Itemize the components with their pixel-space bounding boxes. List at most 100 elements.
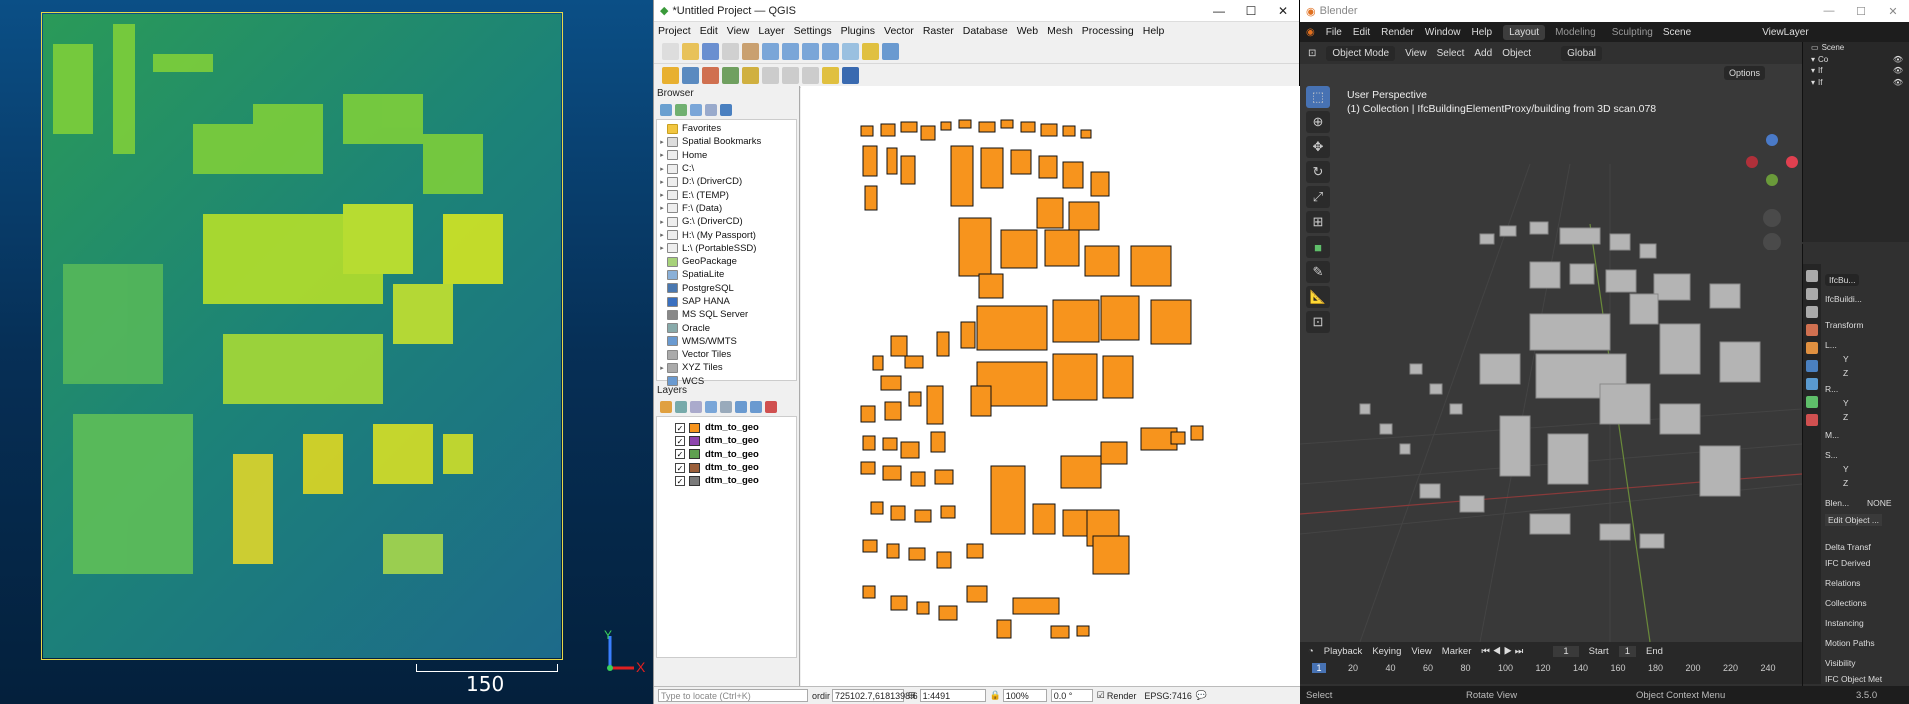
coordinate-field[interactable]: 725102.7,6181398.6 xyxy=(832,689,918,702)
scale-icon[interactable]: ⤢ xyxy=(1306,186,1330,208)
rotate-icon[interactable]: ↻ xyxy=(1306,161,1330,183)
browser-item-drive[interactable]: ▸ G:\ (DriverCD) xyxy=(657,215,796,228)
minimize-button[interactable]: — xyxy=(1203,4,1235,18)
cloudcompare-viewport[interactable]: 150 Y X xyxy=(0,0,653,704)
material-tab-icon[interactable] xyxy=(1806,414,1818,426)
print-layout-icon[interactable] xyxy=(722,43,739,60)
visibility-icon[interactable]: 👁 xyxy=(1893,66,1903,75)
visibility-icon[interactable]: 👁 xyxy=(1893,55,1903,64)
layer-item[interactable]: ✓ dtm_to_geo xyxy=(657,421,796,434)
zoom-layer-icon[interactable] xyxy=(822,43,839,60)
menu-help[interactable]: Help xyxy=(1143,25,1165,37)
browser-item-drive[interactable]: ▸ H:\ (My Passport) xyxy=(657,228,796,241)
rotation-field[interactable]: 0.0 ° xyxy=(1050,689,1093,702)
data-tab-icon[interactable] xyxy=(1806,396,1818,408)
menu-object[interactable]: Object xyxy=(1502,48,1531,59)
annotate-icon[interactable]: ✎ xyxy=(1306,261,1330,283)
outliner-row[interactable]: ▾ If 👁 xyxy=(1803,77,1909,89)
render-checkbox[interactable]: ☑ xyxy=(1097,690,1105,701)
render-tab-icon[interactable] xyxy=(1806,288,1818,300)
menu-database[interactable]: Database xyxy=(963,25,1008,37)
menu-edit[interactable]: Edit xyxy=(1353,27,1370,38)
label-icon[interactable] xyxy=(822,67,839,84)
refresh-icon[interactable] xyxy=(842,43,859,60)
browser-item-spatialite[interactable]: SpatiaLite xyxy=(657,268,796,281)
collapse-all-icon[interactable] xyxy=(750,401,762,413)
layer-item[interactable]: ✓ dtm_to_geo xyxy=(657,434,796,447)
add-group-icon[interactable] xyxy=(675,401,687,413)
navigation-gizmo[interactable] xyxy=(1742,90,1802,250)
scene-tab-icon[interactable] xyxy=(1806,324,1818,336)
collections-section[interactable]: Collections xyxy=(1825,598,1867,608)
collapse-icon[interactable] xyxy=(705,104,717,116)
layer-checkbox[interactable]: ✓ xyxy=(675,475,685,486)
browser-item-drive[interactable]: ▸ E:\ (TEMP) xyxy=(657,188,796,201)
edit-object-button[interactable]: Edit Object ... xyxy=(1825,514,1883,526)
outliner-row[interactable]: ▾ Co 👁 xyxy=(1803,54,1909,66)
undo-icon[interactable] xyxy=(782,67,799,84)
expand-icon[interactable]: ▾ xyxy=(1811,66,1815,75)
menu-vector[interactable]: Vector xyxy=(884,25,914,37)
layer-item[interactable]: ✓ dtm_to_geo xyxy=(657,474,796,487)
clock-icon[interactable]: ◔ xyxy=(1308,646,1314,657)
expand-icon[interactable] xyxy=(735,401,747,413)
new-project-icon[interactable] xyxy=(662,43,679,60)
select-icon[interactable] xyxy=(862,43,879,60)
expand-icon[interactable]: ▾ xyxy=(1811,78,1815,87)
view-layer-selector[interactable]: ViewLayer xyxy=(1762,27,1809,38)
menu-select[interactable]: Select xyxy=(1437,48,1465,59)
add-cube-icon[interactable]: ■ xyxy=(1306,236,1330,258)
move-icon[interactable]: ✥ xyxy=(1306,136,1330,158)
menu-edit[interactable]: Edit xyxy=(700,25,718,37)
timeline-ruler[interactable]: 1 20 40 60 80 100 120 140 160 180 200 22… xyxy=(1300,660,1802,676)
zoom-out-icon[interactable] xyxy=(782,43,799,60)
save-project-icon[interactable] xyxy=(702,43,719,60)
remove-layer-icon[interactable] xyxy=(765,401,777,413)
3d-viewport[interactable]: ⊡ Object Mode View Select Add Object Glo… xyxy=(1300,42,1802,642)
browser-item-wms[interactable]: WMS/WMTS xyxy=(657,335,796,348)
current-frame-field[interactable]: 1 xyxy=(1553,645,1579,657)
workspace-tab-layout[interactable]: Layout xyxy=(1503,24,1546,40)
menu-add[interactable]: Add xyxy=(1474,48,1492,59)
outliner-scene-root[interactable]: ▭ Scene xyxy=(1803,42,1909,54)
add-raster-icon[interactable] xyxy=(702,67,719,84)
measure-icon[interactable]: 📐 xyxy=(1306,286,1330,308)
close-button[interactable]: ✕ xyxy=(1267,4,1299,18)
visibility-icon[interactable]: 👁 xyxy=(1893,78,1903,87)
redo-icon[interactable] xyxy=(802,67,819,84)
layer-checkbox[interactable]: ✓ xyxy=(675,449,685,460)
info-icon[interactable] xyxy=(720,104,732,116)
expression-icon[interactable] xyxy=(720,401,732,413)
crs-button[interactable]: EPSG:7416 xyxy=(1144,691,1192,701)
locate-search-input[interactable]: Type to locate (Ctrl+K) xyxy=(658,689,808,702)
identify-icon[interactable] xyxy=(882,43,899,60)
browser-item-postgresql[interactable]: PostgreSQL xyxy=(657,282,796,295)
tool-tab-icon[interactable] xyxy=(1806,270,1818,282)
browser-item-vector-tiles[interactable]: Vector Tiles xyxy=(657,348,796,361)
object-name-field[interactable]: IfcBu... xyxy=(1825,274,1860,286)
transform-icon[interactable]: ⊞ xyxy=(1306,211,1330,233)
start-frame-field[interactable]: 1 xyxy=(1618,645,1636,657)
workspace-tab-modeling[interactable]: Modeling xyxy=(1549,25,1602,40)
menu-playback[interactable]: Playback xyxy=(1324,646,1363,657)
browser-item-mssql[interactable]: MS SQL Server xyxy=(657,308,796,321)
maximize-button[interactable]: ☐ xyxy=(1845,5,1877,18)
browser-item-bookmarks[interactable]: ▸ Spatial Bookmarks xyxy=(657,135,796,148)
visibility-icon[interactable] xyxy=(690,401,702,413)
playback-controls[interactable]: ⏮ ◀ ▶ ⏭ xyxy=(1481,646,1523,657)
menu-layer[interactable]: Layer xyxy=(758,25,784,37)
browser-item-home[interactable]: ▸ Home xyxy=(657,149,796,162)
menu-keying[interactable]: Keying xyxy=(1372,646,1401,657)
blend-value[interactable]: NONE xyxy=(1867,498,1892,508)
browser-item-drive[interactable]: ▸ L:\ (PortableSSD) xyxy=(657,242,796,255)
cursor-icon[interactable]: ⊕ xyxy=(1306,111,1330,133)
editor-type-icon[interactable]: ⊡ xyxy=(1308,48,1316,59)
browser-item-drive[interactable]: ▸ D:\ (DriverCD) xyxy=(657,175,796,188)
extents-icon[interactable]: ⊞ xyxy=(908,690,916,701)
current-frame-marker[interactable]: 1 xyxy=(1312,663,1326,673)
menu-view[interactable]: View xyxy=(1411,646,1431,657)
filter-legend-icon[interactable] xyxy=(705,401,717,413)
refresh-browser-icon[interactable] xyxy=(675,104,687,116)
physics-tab-icon[interactable] xyxy=(1806,378,1818,390)
magnifier-field[interactable]: 100% xyxy=(1002,689,1047,702)
